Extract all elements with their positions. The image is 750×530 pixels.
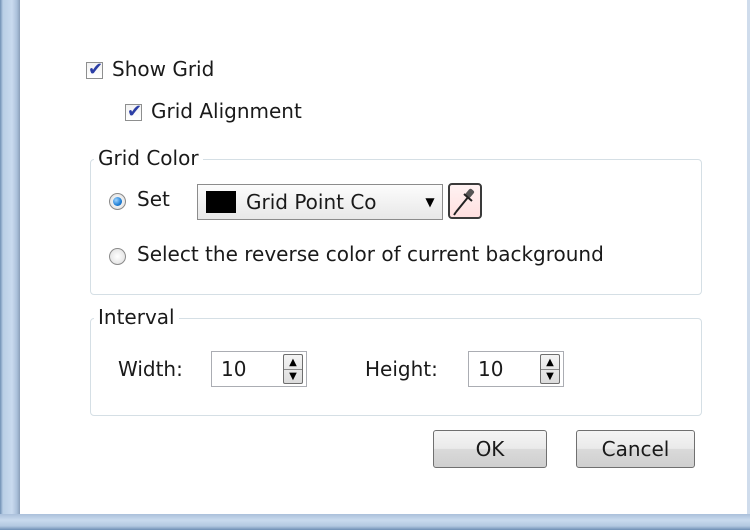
height-value: 10 [478, 357, 504, 381]
grid-color-legend: Grid Color [94, 146, 203, 170]
show-grid-checkbox[interactable]: ✔ [86, 59, 104, 80]
grid-alignment-label: Grid Alignment [151, 99, 302, 123]
set-color-label: Set [137, 187, 170, 211]
color-swatch [206, 191, 236, 213]
height-stepper[interactable]: 10 ▲ ▼ [468, 351, 564, 387]
checkmark-icon: ✔ [87, 59, 104, 80]
chevron-down-icon[interactable]: ▼ [420, 187, 440, 217]
eyedropper-icon [453, 188, 475, 216]
height-label: Height: [365, 357, 438, 381]
radio-selected-dot [113, 197, 122, 206]
interval-legend: Interval [94, 305, 179, 329]
checkmark-icon: ✔ [126, 101, 143, 122]
grid-settings-dialog: ✔ Show Grid ✔ Grid Alignment Grid Color … [20, 0, 747, 514]
reverse-color-label: Select the reverse color of current back… [137, 242, 604, 266]
width-stepper[interactable]: 10 ▲ ▼ [211, 351, 307, 387]
grid-color-dropdown[interactable]: Grid Point Co ▼ [197, 184, 443, 220]
spin-up-icon[interactable]: ▲ [284, 355, 302, 370]
show-grid-label: Show Grid [112, 57, 215, 81]
grid-color-dropdown-value: Grid Point Co [246, 190, 377, 214]
color-picker-button[interactable] [448, 183, 482, 219]
width-value: 10 [221, 357, 247, 381]
window-frame-left [0, 0, 20, 530]
ok-button[interactable]: OK [433, 430, 547, 468]
grid-alignment-checkbox[interactable]: ✔ [125, 101, 143, 122]
spin-down-icon[interactable]: ▼ [541, 369, 559, 383]
reverse-color-radio[interactable] [109, 248, 126, 265]
cancel-button[interactable]: Cancel [576, 430, 695, 468]
width-spin-buttons[interactable]: ▲ ▼ [283, 354, 303, 384]
width-label: Width: [118, 357, 183, 381]
set-color-radio[interactable] [109, 193, 126, 210]
spin-up-icon[interactable]: ▲ [541, 355, 559, 370]
window-frame-bottom [0, 514, 750, 530]
spin-down-icon[interactable]: ▼ [284, 369, 302, 383]
height-spin-buttons[interactable]: ▲ ▼ [540, 354, 560, 384]
grid-color-group [90, 159, 702, 295]
